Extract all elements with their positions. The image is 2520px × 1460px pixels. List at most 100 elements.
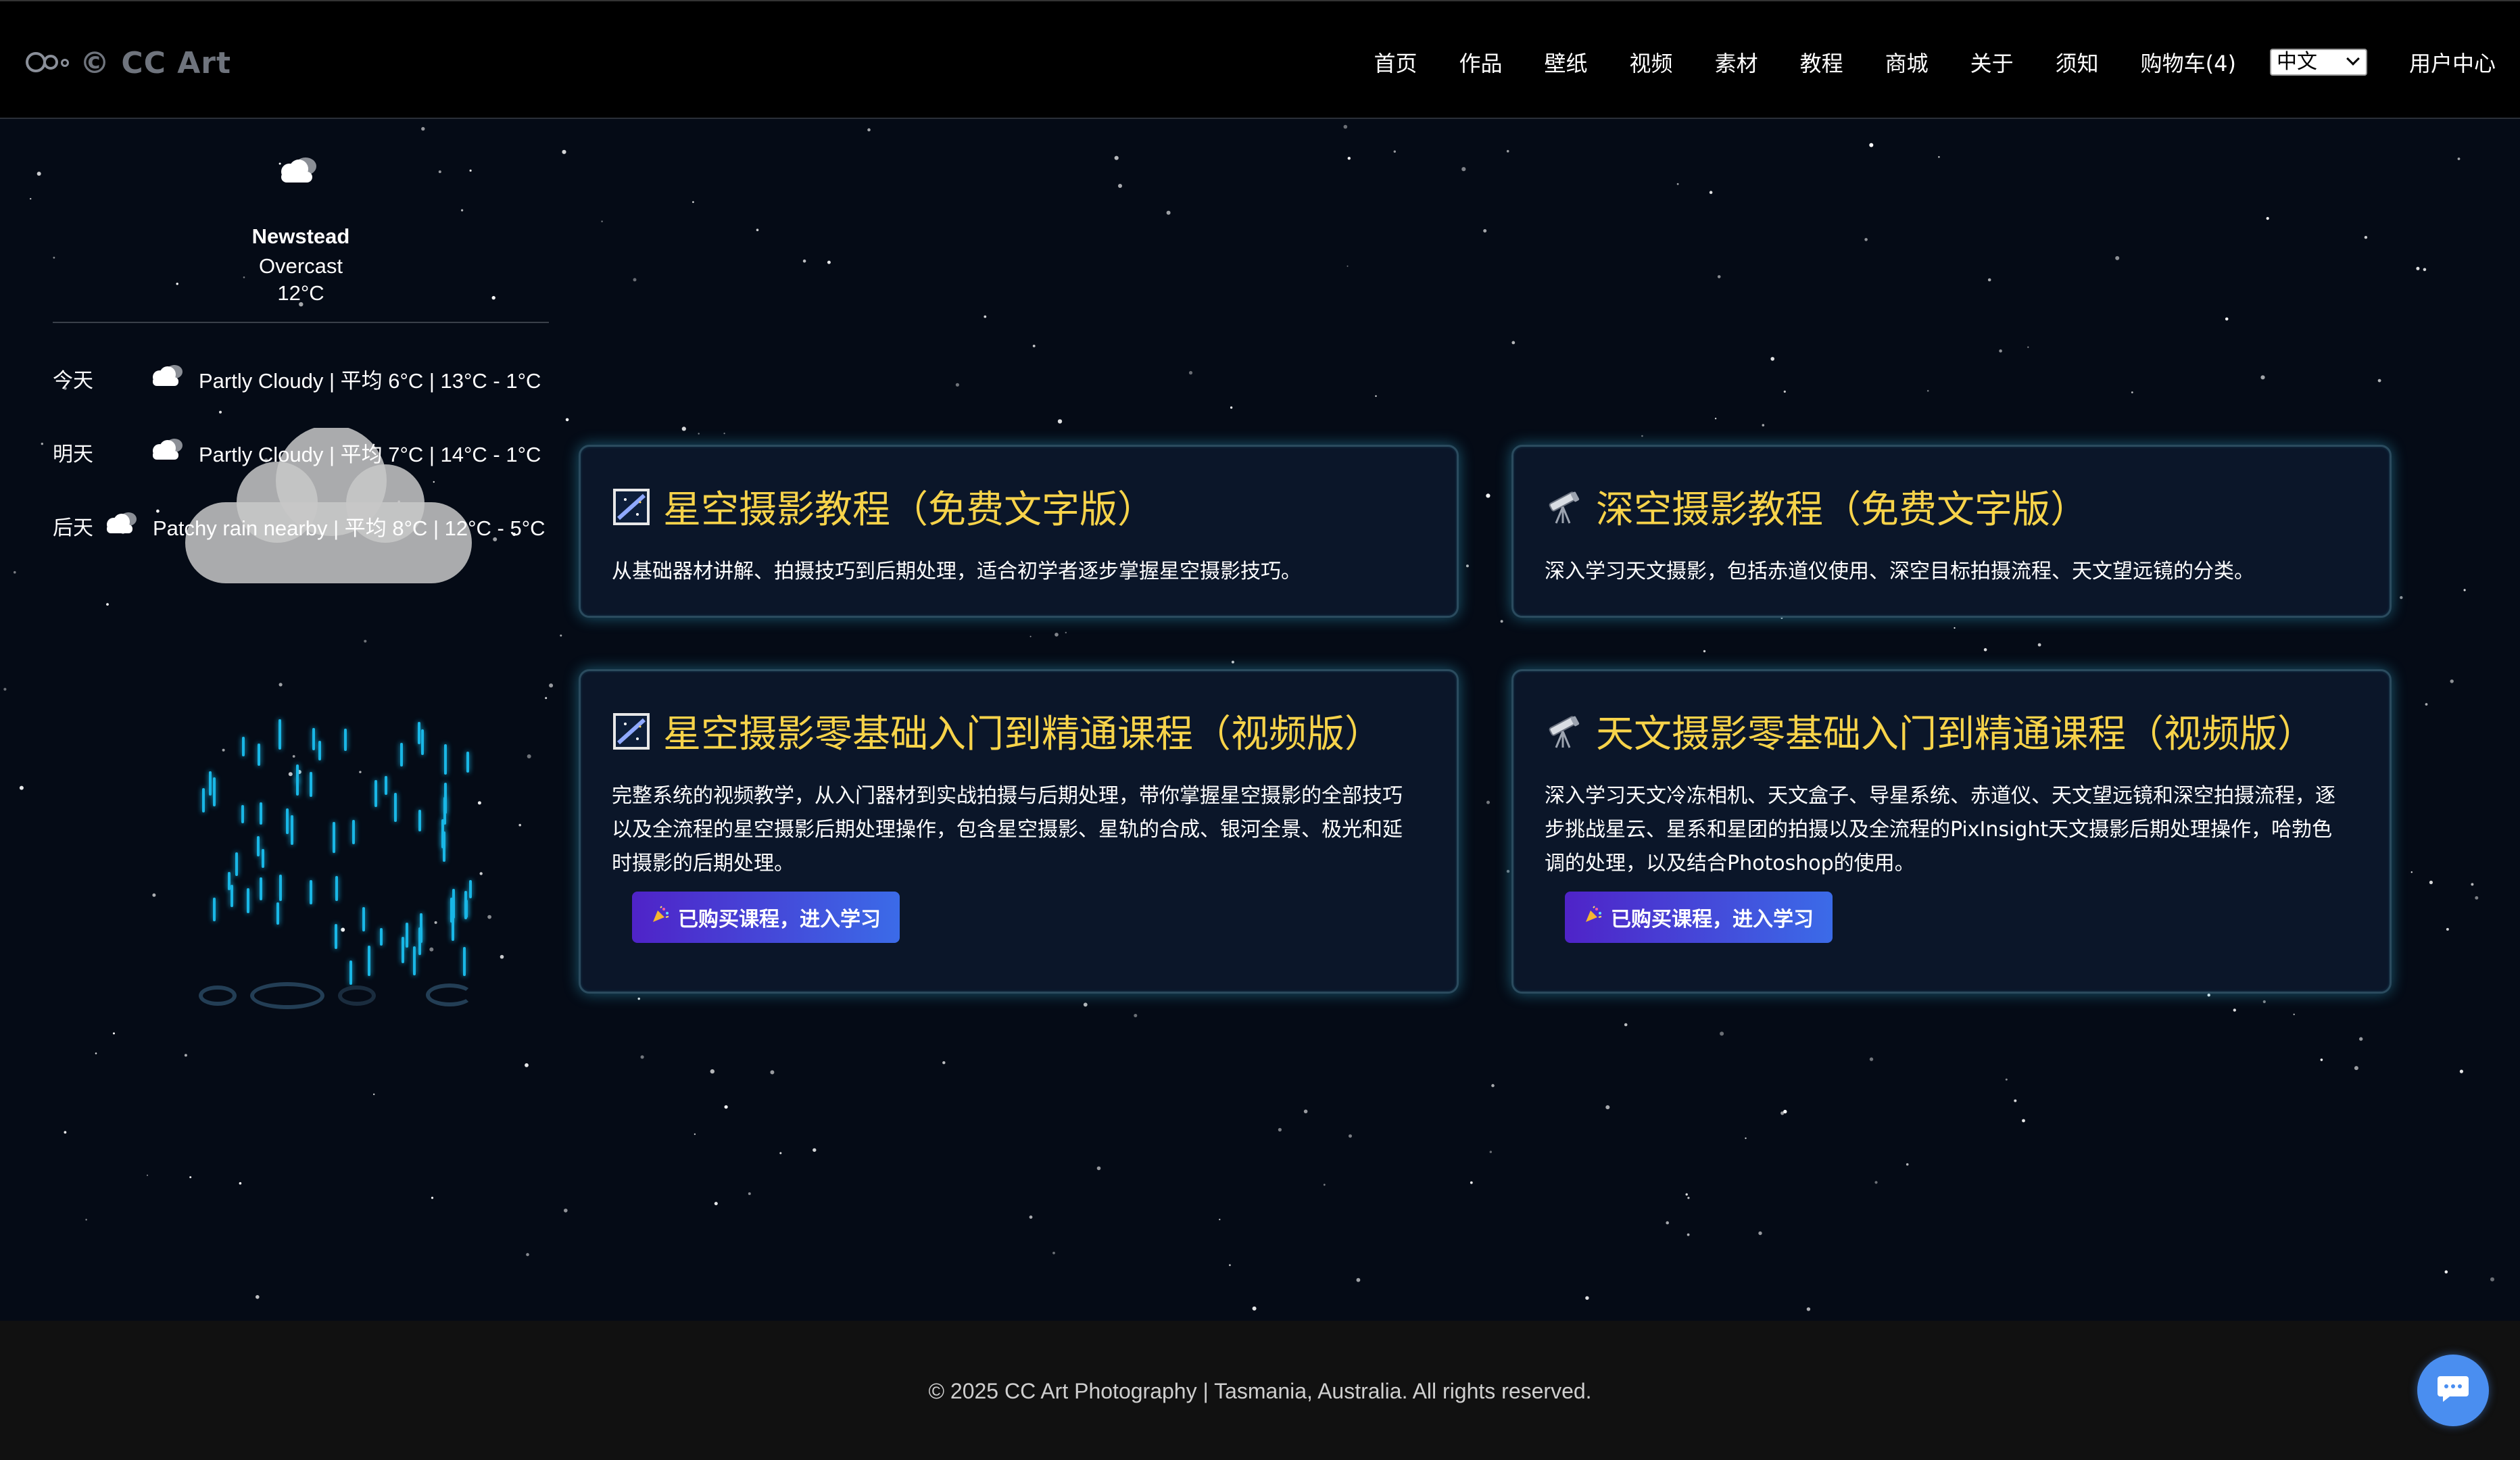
rain-drop xyxy=(235,852,238,876)
star xyxy=(2266,217,2269,220)
rain-drop xyxy=(296,777,299,796)
star xyxy=(1506,149,1509,153)
footer-copyright: © 2025 CC Art Photography | Tasmania, Au… xyxy=(928,1379,1592,1403)
main-nav: 首页 作品 壁纸 视频 素材 教程 商城 关于 须知 购物车(4) 中文 用户中… xyxy=(1374,42,2496,82)
star xyxy=(1114,155,1119,160)
course-title-text: 天文摄影零基础入门到精通课程（视频版） xyxy=(1596,712,2315,756)
rain-drop xyxy=(260,802,262,825)
star xyxy=(1783,1109,1787,1114)
star xyxy=(2446,927,2449,931)
star xyxy=(1770,357,1774,361)
language-value: 中文 xyxy=(2276,50,2317,74)
weather-city: Newstead xyxy=(251,224,350,248)
forecast-day: 后天 xyxy=(53,516,93,540)
course-card-deepsky-video[interactable]: 天文摄影零基础入门到精通课程（视频版） 深入学习天文冷冻相机、天文盒子、导星系统… xyxy=(1511,669,2392,994)
enter-course-button-label: 已购买课程，进入学习 xyxy=(678,908,881,931)
course-card-deepsky-text[interactable]: 深空摄影教程（免费文字版） 深入学习天文摄影，包括赤道仪使用、深空目标拍摄流程、… xyxy=(1511,445,2392,618)
telescope-icon xyxy=(1545,487,1584,527)
rain-drop xyxy=(374,780,377,807)
star xyxy=(813,1148,817,1152)
nav-wallpapers[interactable]: 壁纸 xyxy=(1545,47,1588,78)
star xyxy=(1489,1150,1492,1153)
star xyxy=(2037,643,2041,647)
nav-works[interactable]: 作品 xyxy=(1459,47,1503,78)
nav-tutorials[interactable]: 教程 xyxy=(1800,47,1843,78)
star xyxy=(827,260,831,264)
star xyxy=(1641,435,1643,437)
course-title[interactable]: 深空摄影教程（免费文字版） xyxy=(1545,479,2088,534)
nav-about[interactable]: 关于 xyxy=(1970,47,2014,78)
star xyxy=(2459,1069,2463,1073)
rain-drop xyxy=(213,777,216,806)
chat-bubble-icon xyxy=(2436,1373,2470,1408)
forecast-row-tomorrow: 明天 Partly Cloudy | 平均 7°C | 14°C - 1°C xyxy=(53,435,541,469)
partly-cloudy-icon xyxy=(147,362,199,395)
enter-course-button-label: 已购买课程，进入学习 xyxy=(1611,908,1814,931)
chat-button[interactable] xyxy=(2417,1355,2489,1426)
logo-rings-icon xyxy=(26,49,70,76)
star xyxy=(1720,1031,1724,1036)
nav-shop[interactable]: 商城 xyxy=(1885,47,1929,78)
forecast-row-today: 今天 Partly Cloudy | 平均 6°C | 13°C - 1°C xyxy=(53,362,541,395)
course-card-starry-text[interactable]: 星空摄影教程（免费文字版） 从基础器材讲解、拍摄技巧到后期处理，适合初学者逐步掌… xyxy=(579,445,1459,618)
star xyxy=(681,427,686,431)
star xyxy=(1676,182,1679,185)
rain-drop xyxy=(349,960,352,985)
star xyxy=(1461,167,1466,172)
star xyxy=(714,1202,718,1206)
star xyxy=(2262,1000,2266,1004)
star xyxy=(1465,564,1469,568)
star xyxy=(2115,256,2120,260)
nav-home[interactable]: 首页 xyxy=(1374,47,1418,78)
weather-condition: Overcast xyxy=(258,254,343,278)
course-title[interactable]: 星空摄影零基础入门到精通课程（视频版） xyxy=(612,704,1382,758)
language-select[interactable]: 中文 xyxy=(2269,49,2367,76)
star xyxy=(1347,265,1349,267)
rain-drop xyxy=(312,728,315,750)
rain-drop xyxy=(464,891,467,919)
star xyxy=(2225,317,2229,321)
rain-drop xyxy=(286,808,289,834)
star xyxy=(601,220,603,222)
course-title[interactable]: 天文摄影零基础入门到精通课程（视频版） xyxy=(1545,704,2315,758)
nav-materials[interactable]: 素材 xyxy=(1715,47,1758,78)
enter-course-button[interactable]: 已购买课程，进入学习 xyxy=(632,892,900,943)
star xyxy=(1055,633,1059,637)
rain-drop xyxy=(318,741,321,760)
star xyxy=(1057,419,1063,424)
star xyxy=(1938,155,1940,158)
party-popper-icon xyxy=(1584,905,1603,929)
star xyxy=(724,1105,728,1109)
course-title-text: 星空摄影零基础入门到精通课程（视频版） xyxy=(663,712,1382,756)
enter-course-button[interactable]: 已购买课程，进入学习 xyxy=(1565,892,1833,943)
star xyxy=(1323,1184,1326,1186)
rain-drop xyxy=(400,743,403,766)
star xyxy=(1231,660,1234,664)
nav-user-center[interactable]: 用户中心 xyxy=(2409,47,2496,78)
star xyxy=(2450,679,2454,683)
star xyxy=(955,383,959,387)
star xyxy=(1745,1137,1747,1140)
nav-cart[interactable]: 购物车(4) xyxy=(2141,47,2236,78)
rain-drop xyxy=(418,927,421,955)
nav-notice[interactable]: 须知 xyxy=(2056,47,2099,78)
star xyxy=(1278,1127,1282,1132)
forecast-day: 明天 xyxy=(53,443,93,466)
star xyxy=(1347,157,1351,160)
star xyxy=(1983,648,1987,652)
course-title[interactable]: 星空摄影教程（免费文字版） xyxy=(612,479,1155,534)
star xyxy=(1506,869,1510,873)
rain-drop xyxy=(418,722,420,744)
star xyxy=(1118,184,1122,188)
star xyxy=(694,1133,696,1136)
nav-videos[interactable]: 视频 xyxy=(1630,47,1673,78)
star xyxy=(867,128,871,132)
site-logo[interactable]: © CC Art xyxy=(26,39,231,87)
course-card-starry-video[interactable]: 星空摄影零基础入门到精通课程（视频版） 完整系统的视频教学，从入门器材到实战拍摄… xyxy=(579,669,1459,994)
partly-cloudy-icon xyxy=(147,436,199,468)
forecast-text: Partly Cloudy | 平均 6°C | 13°C - 1°C xyxy=(199,368,541,393)
star xyxy=(633,278,637,282)
star xyxy=(1029,635,1032,637)
star xyxy=(1083,1002,1088,1007)
star xyxy=(1703,650,1706,653)
